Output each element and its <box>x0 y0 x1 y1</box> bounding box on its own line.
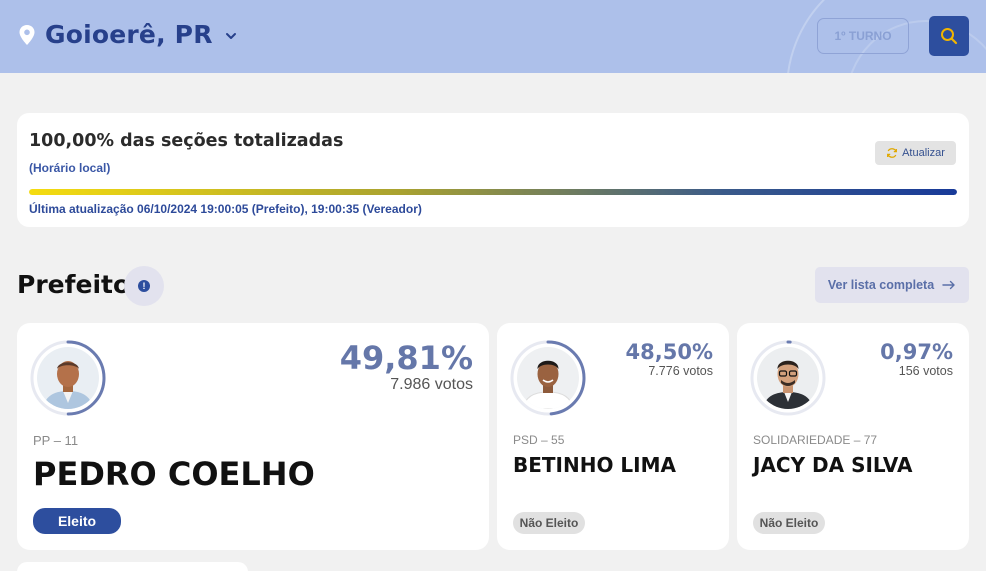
location-pin-icon <box>19 24 35 45</box>
next-card-partial <box>17 562 248 571</box>
chevron-down-icon[interactable] <box>224 29 238 43</box>
totalization-title: 100,00% das seções totalizadas <box>29 131 344 151</box>
city-name[interactable]: Goioerê, PR <box>45 20 213 49</box>
status-badge: Não Eleito <box>753 512 825 534</box>
info-button[interactable]: ! <box>124 266 164 306</box>
location-selector[interactable]: Goioerê, PR <box>18 20 238 49</box>
totalization-progress-bar <box>29 189 957 195</box>
top-bar: Goioerê, PR 1º TURNO <box>0 0 986 73</box>
search-button[interactable] <box>929 16 969 56</box>
candidate-votes: 7.986 votos <box>390 376 473 393</box>
local-time-note: (Horário local) <box>29 161 111 175</box>
candidate-percent: 0,97% <box>880 340 953 364</box>
search-icon <box>941 28 958 45</box>
refresh-button[interactable]: Atualizar <box>875 141 956 165</box>
totalization-status-card: 100,00% das seções totalizadas (Horário … <box>17 113 969 227</box>
candidate-votes: 156 votos <box>898 364 953 378</box>
candidate-name: PEDRO COELHO <box>33 455 315 493</box>
arrow-right-icon <box>942 280 955 290</box>
round-button[interactable]: 1º TURNO <box>817 18 909 54</box>
candidate-name: BETINHO LIMA <box>513 453 676 477</box>
status-badge: Eleito <box>33 508 121 534</box>
last-update-text: Última atualização 06/10/2024 19:00:05 (… <box>29 202 422 216</box>
see-full-list-label: Ver lista completa <box>827 278 935 292</box>
candidate-party: PP – 11 <box>33 433 79 448</box>
info-icon: ! <box>138 280 150 292</box>
candidate-percent: 49,81% <box>339 339 473 377</box>
candidate-name: JACY DA SILVA <box>753 453 913 477</box>
candidate-percent: 48,50% <box>625 340 713 364</box>
candidate-votes: 7.776 votos <box>648 364 713 378</box>
status-badge: Não Eleito <box>513 512 585 534</box>
refresh-icon <box>887 148 898 158</box>
candidate-card[interactable]: 49,81% 7.986 votos PP – 11 PEDRO COELHO … <box>17 323 489 550</box>
see-full-list-button[interactable]: Ver lista completa <box>815 267 969 303</box>
progress-fill <box>29 189 957 195</box>
candidate-photo <box>757 347 819 409</box>
candidate-photo <box>517 347 579 409</box>
candidate-card[interactable]: 0,97% 156 votos SOLIDARIEDADE – 77 JACY … <box>737 323 969 550</box>
candidate-party: SOLIDARIEDADE – 77 <box>753 433 878 447</box>
candidate-photo <box>37 347 99 409</box>
section-title: Prefeito <box>17 270 131 299</box>
refresh-label: Atualizar <box>902 147 945 159</box>
candidate-party: PSD – 55 <box>513 433 565 447</box>
candidate-card[interactable]: 48,50% 7.776 votos PSD – 55 BETINHO LIMA… <box>497 323 729 550</box>
